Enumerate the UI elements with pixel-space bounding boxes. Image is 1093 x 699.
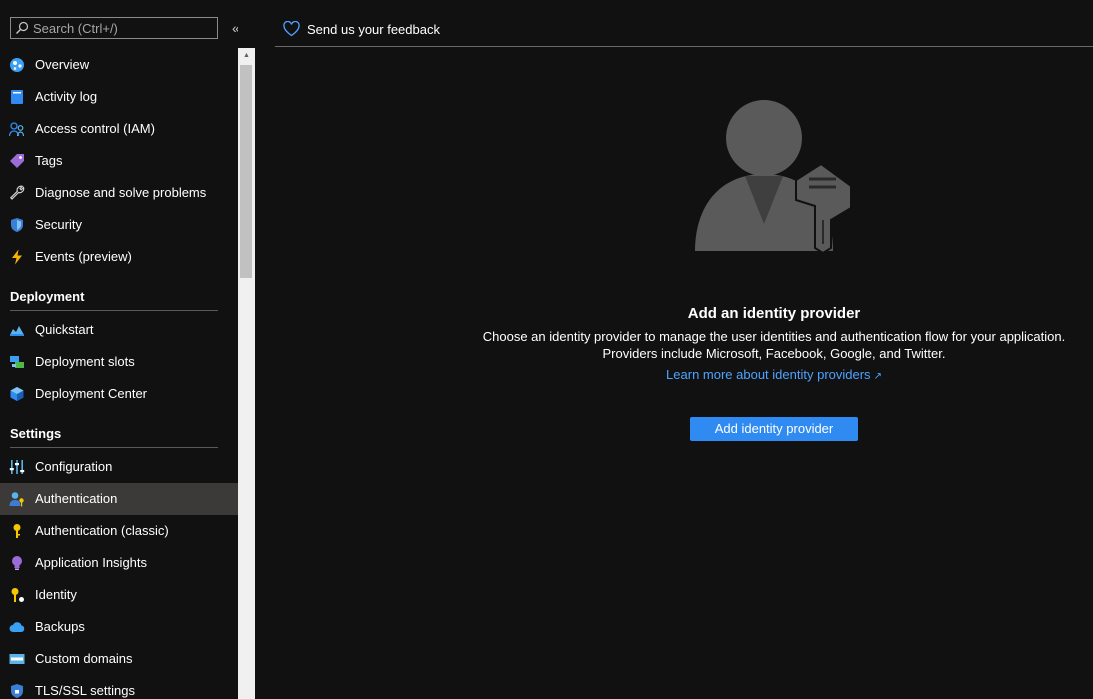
menu-scrollbar[interactable]: ▲ [238, 48, 255, 699]
nav-item-label: Security [35, 217, 82, 232]
nav-item-label: Tags [35, 153, 63, 168]
feedback-label: Send us your feedback [307, 21, 440, 37]
nav-item-label: Access control (IAM) [35, 121, 155, 136]
feedback-button[interactable]: Send us your feedback [283, 19, 440, 39]
nav-item-label: TLS/SSL settings [35, 683, 135, 698]
section-heading-settings: Settings [10, 426, 218, 448]
nav-item-application-insights[interactable]: Application Insights [0, 547, 238, 579]
nav-item-label: Quickstart [35, 322, 94, 337]
nav-item-tags[interactable]: Tags [0, 145, 238, 177]
sliders-icon [9, 460, 25, 474]
activity-log-icon [11, 90, 23, 104]
search-icon [16, 21, 29, 34]
nav-item-deployment-slots[interactable]: Deployment slots [0, 346, 238, 378]
identity-provider-illustration-icon [695, 100, 852, 255]
description-line-2: Providers include Microsoft, Facebook, G… [602, 346, 946, 361]
nav-item-deployment-center[interactable]: Deployment Center [0, 378, 238, 410]
cube-icon [10, 387, 24, 401]
nav-item-security[interactable]: Security [0, 209, 238, 241]
key-icon [13, 524, 21, 538]
nav-item-quickstart[interactable]: Quickstart [0, 314, 238, 346]
learn-more-link[interactable]: Learn more about identity providers ↗ [455, 367, 1093, 382]
nav-item-identity[interactable]: Identity [0, 579, 238, 611]
nav-item-label: Events (preview) [35, 249, 132, 264]
nav-item-access-control[interactable]: Access control (IAM) [0, 113, 238, 145]
nav-item-label: Diagnose and solve problems [35, 185, 207, 200]
menu-search-box[interactable] [10, 17, 218, 39]
access-control-icon [9, 122, 25, 137]
collapse-menu-button[interactable]: « [232, 20, 238, 36]
learn-more-link-label: Learn more about identity providers [666, 367, 871, 382]
nav-item-activity-log[interactable]: Activity log [0, 81, 238, 113]
nav-item-configuration[interactable]: Configuration [0, 451, 238, 483]
nav-item-tls-ssl[interactable]: TLS/SSL settings [0, 675, 238, 699]
command-bar: Send us your feedback [275, 0, 1093, 47]
add-identity-provider-button[interactable]: Add identity provider [690, 417, 858, 441]
scroll-up-arrow-icon[interactable]: ▲ [238, 48, 255, 64]
user-key-icon [9, 492, 24, 507]
app-window: « Overview Activity log Access c [0, 0, 1093, 699]
nav-item-overview[interactable]: Overview [0, 49, 238, 81]
overview-icon [10, 58, 24, 72]
nav-item-label: Backups [35, 619, 85, 634]
nav-item-label: Application Insights [35, 555, 148, 570]
heart-icon [283, 21, 300, 37]
empty-state-description: Choose an identity provider to manage th… [455, 328, 1093, 362]
empty-state-title: Add an identity provider [687, 305, 861, 322]
nav-item-authentication[interactable]: Authentication [0, 483, 238, 515]
nav-item-backups[interactable]: Backups [0, 611, 238, 643]
nav-item-label: Configuration [35, 459, 113, 474]
nav-item-label: Overview [35, 57, 90, 72]
main-content: Send us your feedback Add an identity pr… [255, 0, 1093, 699]
nav-item-label: Authentication (classic) [35, 523, 169, 538]
scrollbar-thumb[interactable] [240, 65, 252, 278]
cloud-icon [9, 622, 25, 632]
nav-item-label: Deployment Center [35, 386, 147, 401]
nav-item-label: Activity log [35, 89, 98, 104]
external-link-icon: ↗ [873, 371, 882, 382]
lightning-icon [12, 249, 22, 265]
search-input[interactable] [33, 18, 213, 38]
nav-item-label: Authentication [35, 491, 118, 506]
description-line-1: Choose an identity provider to manage th… [482, 329, 1066, 344]
nav-item-label: Custom domains [35, 651, 133, 666]
lightbulb-icon [12, 556, 22, 570]
tag-icon [10, 154, 24, 168]
identity-key-icon [11, 588, 24, 602]
resource-menu: « Overview Activity log Access c [0, 0, 238, 699]
double-chevron-left-icon: « [232, 20, 238, 36]
section-heading-deployment: Deployment [10, 289, 218, 311]
quickstart-icon [10, 326, 24, 336]
nav-item-diagnose[interactable]: Diagnose and solve problems [0, 177, 238, 209]
deployment-slots-icon [10, 356, 24, 368]
nav-item-events[interactable]: Events (preview) [0, 241, 238, 273]
nav-item-label: Identity [35, 587, 77, 602]
domain-icon [9, 654, 25, 664]
nav-item-label: Deployment slots [35, 354, 135, 369]
tls-shield-icon [11, 684, 23, 698]
wrench-icon [9, 185, 25, 200]
nav-item-custom-domains[interactable]: Custom domains [0, 643, 238, 675]
nav-item-authentication-classic[interactable]: Authentication (classic) [0, 515, 238, 547]
shield-icon [11, 218, 23, 232]
